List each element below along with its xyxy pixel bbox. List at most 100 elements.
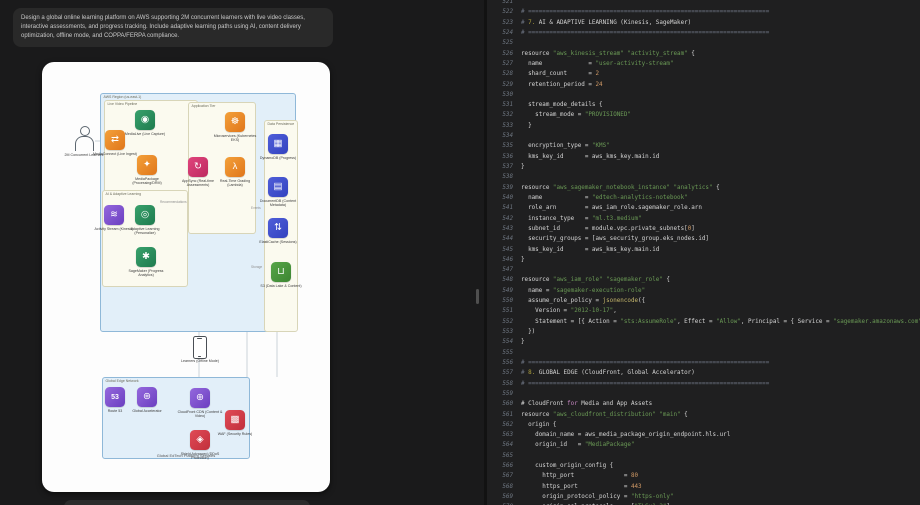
code-line: 531 stream_mode_details { xyxy=(487,100,920,110)
global-accelerator-glyph: ⊛ xyxy=(143,391,151,403)
line-number: 524 xyxy=(502,29,513,36)
line-number: 523 xyxy=(502,19,513,26)
shield-icon: ◈ Shield Advanced (DDoS Protection) xyxy=(181,430,219,460)
next-message-peek[interactable] xyxy=(64,500,310,505)
code-line: 555 xyxy=(487,348,920,358)
waf-glyph: ▩ xyxy=(230,414,240,426)
line-content: assume_role_policy = jsonencode({ xyxy=(521,298,646,305)
line-content: } xyxy=(521,339,525,346)
line-number: 561 xyxy=(502,411,513,418)
learners-person-icon: 2M Concurrent Learners xyxy=(65,126,103,157)
edge-label: Events xyxy=(251,206,261,210)
line-content: # ======================================… xyxy=(521,380,770,387)
line-number: 543 xyxy=(502,225,513,232)
line-content: custom_origin_config { xyxy=(521,463,614,470)
code-line: 557 # 8. GLOBAL EDGE (CloudFront, Global … xyxy=(487,368,920,378)
line-content: retention_period = 24 xyxy=(521,81,603,88)
code-line: 533 } xyxy=(487,121,920,131)
group-label-ai-adaptive-learning: AI & Adaptive Learning xyxy=(105,192,142,196)
prompt-text: Design a global online learning platform… xyxy=(21,15,305,39)
code-line: 536 kms_key_id = aws_kms_key.main.id xyxy=(487,152,920,162)
code-line: 539 resource "aws_sagemaker_notebook_inst… xyxy=(487,183,920,193)
line-content xyxy=(521,451,920,461)
line-content xyxy=(521,348,920,358)
line-content: https_port = 443 xyxy=(521,483,642,490)
documentdb-label: DocumentDB (Content Metadata) xyxy=(259,198,297,207)
code-line: 535 encryption_type = "KMS" xyxy=(487,141,920,151)
line-content: subnet_id = module.vpc.private_subnets[0… xyxy=(521,225,695,232)
s3-label: S3 (Data Lake & Content) xyxy=(260,283,302,288)
diagram-canvas[interactable]: AWS Region (us-east-1) Live Video Pipelin… xyxy=(42,62,330,492)
code-line: 566 custom_origin_config { xyxy=(487,461,920,471)
line-number: 548 xyxy=(502,277,513,284)
line-number: 554 xyxy=(502,339,513,346)
s3-icon: ⊔ S3 (Data Lake & Content) xyxy=(260,262,302,288)
line-content: shard_count = 2 xyxy=(521,71,600,78)
code-line: 527 name = "user-activity-stream" xyxy=(487,59,920,69)
line-number: 564 xyxy=(502,442,513,449)
line-content xyxy=(521,90,920,100)
code-editor[interactable]: 521 522 # ================================… xyxy=(487,0,920,505)
code-line: 553 }) xyxy=(487,327,920,337)
code-line: 534 xyxy=(487,131,920,141)
line-number: 532 xyxy=(502,112,513,119)
shield-glyph: ◈ xyxy=(196,434,204,446)
line-number: 549 xyxy=(502,287,513,294)
sagemaker-glyph: ✱ xyxy=(142,251,150,263)
code-line: 568 https_port = 443 xyxy=(487,482,920,492)
cloudfront-icon: ⊕ CloudFront CDN (Content & Video) xyxy=(178,388,222,418)
code-line: 552 Statement = [{ Action = "sts:AssumeR… xyxy=(487,317,920,327)
line-number: 567 xyxy=(502,473,513,480)
line-content: Statement = [{ Action = "sts:AssumeRole"… xyxy=(521,318,920,325)
line-content: # ======================================… xyxy=(521,9,770,16)
route53-icon: 53 Route 53 xyxy=(105,387,125,413)
global-accelerator-label: Global Accelerator xyxy=(132,408,162,413)
line-content: stream_mode_details { xyxy=(521,102,603,109)
sagemaker-label: SageMaker (Progress Analytics) xyxy=(128,268,164,277)
personalize-icon: ◎ Adaptive Learning (Personalize) xyxy=(131,205,159,235)
elasticache-icon: ⇅ ElastiCache (Sessions) xyxy=(259,218,297,244)
waf-icon: ▩ WAF (Security Rules) xyxy=(218,410,252,436)
medialive-glyph: ◉ xyxy=(140,114,150,126)
medialive-label: MediaLive (Live Capture) xyxy=(124,131,166,136)
code-line: 569 origin_protocol_policy = "https-only… xyxy=(487,492,920,502)
elasticache-glyph: ⇅ xyxy=(274,222,282,234)
global-accelerator-icon: ⊛ Global Accelerator xyxy=(132,387,162,413)
chat-panel: Design a global online learning platform… xyxy=(0,0,484,505)
person-head xyxy=(79,126,90,136)
line-number: 550 xyxy=(502,298,513,305)
group-label-live-video-pipeline: Live Video Pipeline xyxy=(107,102,138,106)
group-label-global-edge-network: Global Edge Network xyxy=(105,379,139,383)
sagemaker-icon: ✱ SageMaker (Progress Analytics) xyxy=(129,247,163,277)
pane-divider-handle[interactable] xyxy=(476,289,479,304)
code-line: 538 xyxy=(487,172,920,182)
line-number: 527 xyxy=(502,60,513,67)
mediaconnect-glyph: ⇄ xyxy=(111,134,119,146)
line-number: 522 xyxy=(502,9,513,16)
elasticache-label: ElastiCache (Sessions) xyxy=(259,239,297,244)
line-number: 557 xyxy=(502,370,513,377)
medialive-icon: ◉ MediaLive (Live Capture) xyxy=(125,110,165,136)
line-number: 559 xyxy=(502,390,513,397)
line-content xyxy=(521,131,920,141)
appsync-glyph: ↻ xyxy=(194,161,202,173)
eks-icon: ☸ Microservices (Kubernetes EKS) xyxy=(214,112,256,142)
line-number: 536 xyxy=(502,153,513,160)
lambda-glyph: λ xyxy=(232,161,238,173)
code-line: 558 # ===================================… xyxy=(487,379,920,389)
line-number: 545 xyxy=(502,246,513,253)
learners-label: 2M Concurrent Learners xyxy=(64,153,104,157)
line-content: # ======================================… xyxy=(521,29,770,36)
line-number: 551 xyxy=(502,308,513,315)
edge-label: Recommendations xyxy=(160,200,187,204)
kinesis-icon: ≋ Activity Stream (Kinesis) xyxy=(95,205,133,231)
code-line: 524 # ===================================… xyxy=(487,28,920,38)
line-content: resource "aws_cloudfront_distribution" "… xyxy=(521,411,688,418)
eks-label: Microservices (Kubernetes EKS) xyxy=(213,133,257,142)
code-line: 526 resource "aws_kinesis_stream" "activi… xyxy=(487,49,920,59)
line-content: instance_type = "ml.t3.medium" xyxy=(521,215,642,222)
lambda-label: Real-Time Grading (Lambda) xyxy=(219,178,251,187)
line-number: 539 xyxy=(502,184,513,191)
code-line: 550 assume_role_policy = jsonencode({ xyxy=(487,296,920,306)
line-number: 569 xyxy=(502,494,513,500)
